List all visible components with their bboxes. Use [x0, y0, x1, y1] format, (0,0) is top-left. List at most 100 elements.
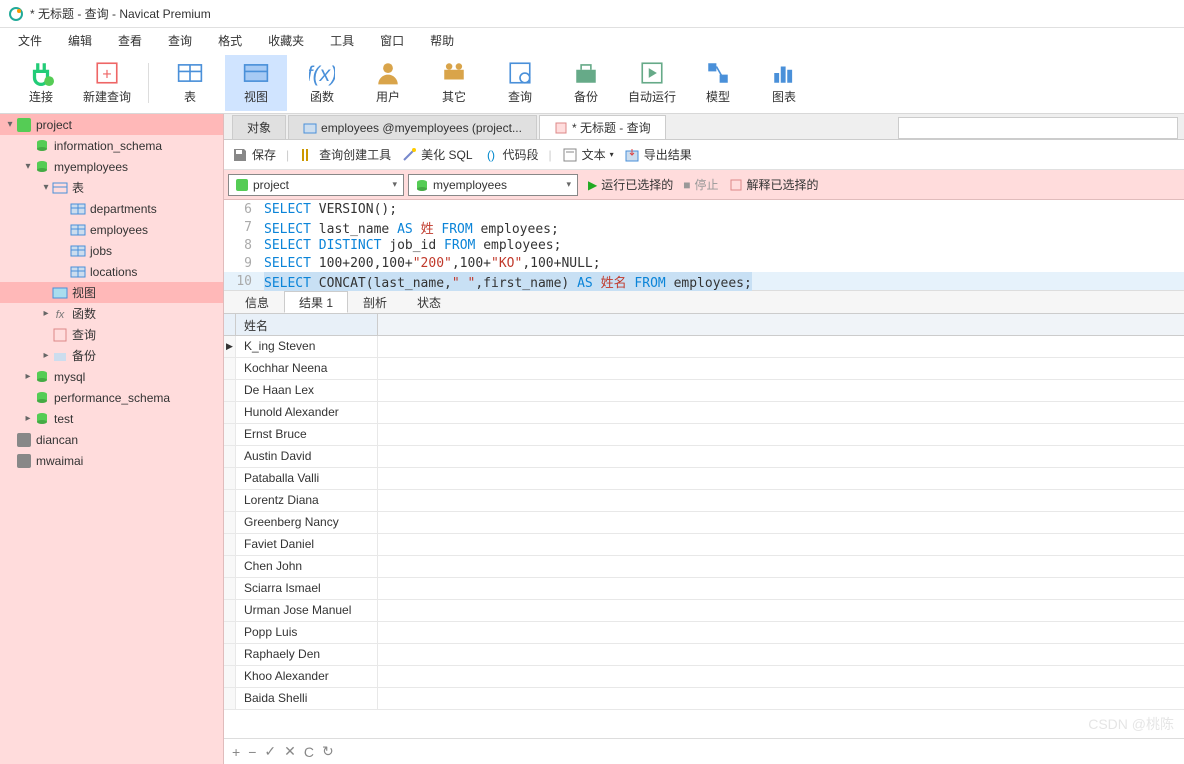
tree-item-mwaimai[interactable]: mwaimai: [0, 450, 223, 471]
qtool-wand[interactable]: 美化 SQL: [401, 146, 472, 163]
qtool-snip[interactable]: ()代码段: [483, 146, 539, 163]
tree-item-函数[interactable]: ▸fx函数: [0, 303, 223, 324]
grid-row[interactable]: Baida Shelli: [224, 688, 1184, 710]
tab-search-input[interactable]: [898, 117, 1178, 139]
toolbar-query[interactable]: 查询: [489, 55, 551, 111]
toolbar-chart[interactable]: 图表: [753, 55, 815, 111]
status-action[interactable]: C: [304, 744, 314, 760]
column-header[interactable]: 姓名: [236, 314, 378, 335]
toolbar-view[interactable]: 视图: [225, 55, 287, 111]
tree-item-diancan[interactable]: diancan: [0, 429, 223, 450]
tree-item-mysql[interactable]: ▸mysql: [0, 366, 223, 387]
toolbar-plug[interactable]: 连接: [10, 55, 72, 111]
grid-row[interactable]: Greenberg Nancy: [224, 512, 1184, 534]
tree-item-test[interactable]: ▸test: [0, 408, 223, 429]
toolbar-newq[interactable]: +新建查询: [76, 55, 138, 111]
grid-row[interactable]: Raphaely Den: [224, 644, 1184, 666]
result-tab-状态[interactable]: 状态: [402, 291, 456, 313]
editor-line[interactable]: 7SELECT last_name AS 姓 FROM employees;: [224, 218, 1184, 236]
tree-item-查询[interactable]: 查询: [0, 324, 223, 345]
tree-item-jobs[interactable]: jobs: [0, 240, 223, 261]
qtool-export[interactable]: 导出结果: [624, 146, 692, 163]
toolbar-backup[interactable]: 备份: [555, 55, 617, 111]
watermark: CSDN @桃陈: [1088, 714, 1174, 734]
grid-row[interactable]: Kochhar Neena: [224, 358, 1184, 380]
grid-row[interactable]: Khoo Alexander: [224, 666, 1184, 688]
menu-查询[interactable]: 查询: [156, 29, 204, 52]
tree-item-表[interactable]: ▾表: [0, 177, 223, 198]
grid-row[interactable]: De Haan Lex: [224, 380, 1184, 402]
grid-row[interactable]: Hunold Alexander: [224, 402, 1184, 424]
menu-编辑[interactable]: 编辑: [56, 29, 104, 52]
connection-select[interactable]: project ▾: [228, 174, 404, 196]
doc-tab[interactable]: employees @myemployees (project...: [288, 115, 537, 139]
editor-line[interactable]: 6SELECT VERSION();: [224, 200, 1184, 218]
grid-row[interactable]: Pataballa Valli: [224, 468, 1184, 490]
tree-item-information_schema[interactable]: information_schema: [0, 135, 223, 156]
sql-editor[interactable]: 6SELECT VERSION();7SELECT last_name AS 姓…: [224, 200, 1184, 290]
tree-arrow[interactable]: ▾: [40, 182, 52, 193]
toolbar-auto[interactable]: 自动运行: [621, 55, 683, 111]
database-icon: [415, 178, 429, 192]
qtool-text[interactable]: 文本 ▾: [562, 146, 614, 163]
tree-arrow[interactable]: ▸: [22, 371, 34, 382]
status-action[interactable]: ↻: [322, 743, 334, 760]
grid-row[interactable]: Chen John: [224, 556, 1184, 578]
tree-item-departments[interactable]: departments: [0, 198, 223, 219]
result-tabs: 信息结果 1剖析状态: [224, 290, 1184, 314]
connection-tree[interactable]: ▾projectinformation_schema▾myemployees▾表…: [0, 114, 224, 764]
toolbar-table[interactable]: 表: [159, 55, 221, 111]
toolbar-user[interactable]: 用户: [357, 55, 419, 111]
qtool-save[interactable]: 保存: [232, 146, 276, 163]
toolbar-other[interactable]: 其它: [423, 55, 485, 111]
stop-button[interactable]: ■ 停止: [683, 176, 718, 193]
menu-收藏夹[interactable]: 收藏夹: [256, 29, 316, 52]
run-selected-button[interactable]: ▶ 运行已选择的: [588, 176, 673, 193]
toolbar-fx[interactable]: f(x)函数: [291, 55, 353, 111]
grid-row[interactable]: Urman Jose Manuel: [224, 600, 1184, 622]
menu-查看[interactable]: 查看: [106, 29, 154, 52]
grid-row[interactable]: Faviet Daniel: [224, 534, 1184, 556]
grid-row[interactable]: ▶K_ing Steven: [224, 336, 1184, 358]
tree-item-project[interactable]: ▾project: [0, 114, 223, 135]
grid-row[interactable]: Austin David: [224, 446, 1184, 468]
tree-item-locations[interactable]: locations: [0, 261, 223, 282]
tree-arrow[interactable]: ▸: [40, 350, 52, 361]
result-tab-剖析[interactable]: 剖析: [348, 291, 402, 313]
grid-row[interactable]: Lorentz Diana: [224, 490, 1184, 512]
menu-格式[interactable]: 格式: [206, 29, 254, 52]
status-action[interactable]: ✕: [284, 743, 296, 760]
tree-arrow[interactable]: ▸: [40, 308, 52, 319]
editor-line[interactable]: 8SELECT DISTINCT job_id FROM employees;: [224, 236, 1184, 254]
result-grid[interactable]: 姓名▶K_ing StevenKochhar NeenaDe Haan LexH…: [224, 314, 1184, 738]
toolbar-model[interactable]: 模型: [687, 55, 749, 111]
explain-selected-button[interactable]: 解释已选择的: [729, 176, 819, 193]
editor-line[interactable]: 9SELECT 100+200,100+"200",100+"KO",100+N…: [224, 254, 1184, 272]
status-action[interactable]: ✓: [264, 743, 276, 760]
result-tab-信息[interactable]: 信息: [230, 291, 284, 313]
doc-tab[interactable]: 对象: [232, 115, 286, 139]
svg-text:f(x): f(x): [309, 63, 335, 86]
tree-item-视图[interactable]: 视图: [0, 282, 223, 303]
tree-item-employees[interactable]: employees: [0, 219, 223, 240]
editor-line[interactable]: 10SELECT CONCAT(last_name," ",first_name…: [224, 272, 1184, 290]
qtool-tool[interactable]: 查询创建工具: [299, 146, 391, 163]
grid-row[interactable]: Popp Luis: [224, 622, 1184, 644]
tree-item-备份[interactable]: ▸备份: [0, 345, 223, 366]
grid-row[interactable]: Ernst Bruce: [224, 424, 1184, 446]
grid-row[interactable]: Sciarra Ismael: [224, 578, 1184, 600]
doc-tab[interactable]: * 无标题 - 查询: [539, 115, 666, 139]
tree-arrow[interactable]: ▾: [22, 161, 34, 172]
menu-工具[interactable]: 工具: [318, 29, 366, 52]
status-action[interactable]: +: [232, 744, 240, 760]
tree-item-performance_schema[interactable]: performance_schema: [0, 387, 223, 408]
tree-arrow[interactable]: ▸: [22, 413, 34, 424]
database-select[interactable]: myemployees ▾: [408, 174, 578, 196]
status-action[interactable]: −: [248, 744, 256, 760]
menu-窗口[interactable]: 窗口: [368, 29, 416, 52]
tree-item-myemployees[interactable]: ▾myemployees: [0, 156, 223, 177]
menu-文件[interactable]: 文件: [6, 29, 54, 52]
menu-帮助[interactable]: 帮助: [418, 29, 466, 52]
tree-arrow[interactable]: ▾: [4, 119, 16, 130]
result-tab-结果 1[interactable]: 结果 1: [284, 291, 348, 313]
